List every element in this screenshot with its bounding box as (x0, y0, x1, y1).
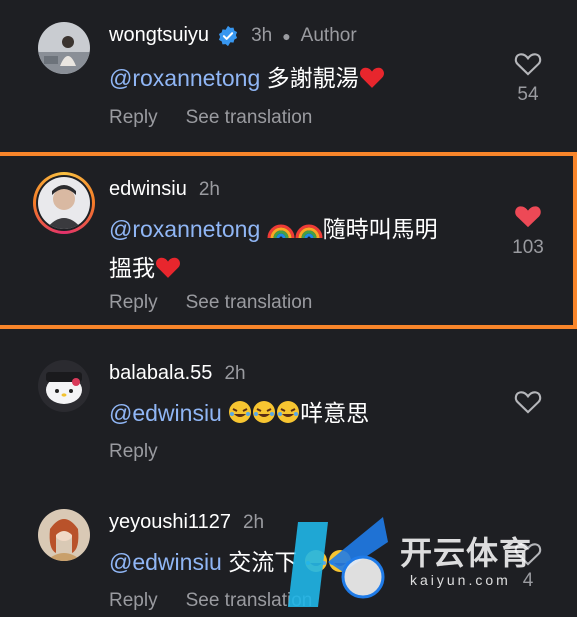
comment-text: @roxannetong 多謝靚湯 (109, 60, 489, 99)
comment-actions: Reply See translation (109, 292, 312, 314)
heart-filled-icon (515, 206, 541, 228)
reply-button[interactable]: Reply (109, 107, 158, 129)
red-heart-emoji-icon (359, 63, 385, 99)
rofl-emoji-icon (328, 547, 352, 583)
comment-body-text: 咩意思 (300, 400, 370, 426)
reply-button[interactable]: Reply (109, 590, 158, 612)
comment-body-text-line2: 搵我 (109, 255, 155, 281)
username[interactable]: wongtsuiyu (109, 24, 209, 47)
reply-button[interactable]: Reply (109, 292, 158, 314)
timestamp: 2h (242, 511, 265, 533)
timestamp: 2h (198, 178, 220, 200)
timestamp: 3h (251, 24, 273, 46)
see-translation-button[interactable]: See translation (186, 590, 313, 612)
comment-header: wongtsuiyu 3h ● Author (109, 24, 357, 47)
comment-header: yeyoushi1127 2h (109, 511, 264, 534)
comment-body-text: 多謝靚湯 (260, 65, 359, 91)
reply-button[interactable]: Reply (109, 441, 158, 463)
author-badge: Author (300, 24, 357, 46)
avatar-image (38, 177, 90, 229)
rofl-emoji-icon (304, 547, 328, 583)
avatar-image (38, 509, 90, 561)
rainbow-emoji-icon (267, 214, 295, 250)
avatar-image (38, 22, 90, 74)
heart-outline-icon (514, 391, 542, 414)
rofl-emoji-icon (228, 398, 252, 434)
comment-header: edwinsiu 2h (109, 178, 220, 201)
like-button[interactable] (503, 388, 553, 414)
heart-outline-icon (514, 53, 542, 76)
verified-badge-icon (217, 25, 239, 47)
comment-header: balabala.55 2h (109, 362, 246, 385)
comment-body-text: 隨時叫馬明 (322, 216, 438, 242)
red-heart-emoji-icon (155, 253, 181, 289)
like-button[interactable]: 54 (503, 50, 553, 106)
username[interactable]: yeyoushi1127 (109, 511, 231, 534)
watermark-subtitle: kaiyun.com (410, 572, 511, 588)
separator-dot: ● (282, 27, 291, 44)
avatar-image (38, 360, 90, 412)
watermark-title: 开云体育 (400, 535, 533, 571)
mention-link[interactable]: @edwinsiu (109, 549, 222, 575)
like-count: 54 (517, 84, 539, 105)
mention-link[interactable]: @edwinsiu (109, 400, 222, 426)
username[interactable]: edwinsiu (109, 178, 187, 201)
rofl-emoji-icon (276, 398, 300, 434)
timestamp: 2h (224, 362, 246, 384)
comment-actions: Reply (109, 441, 186, 463)
comment-actions: Reply See translation (109, 590, 312, 612)
avatar[interactable] (38, 360, 90, 412)
username[interactable]: balabala.55 (109, 362, 212, 385)
comment-actions: Reply See translation (109, 107, 312, 129)
mention-link[interactable]: @roxannetong (109, 65, 260, 91)
like-count: 103 (512, 237, 544, 258)
like-button[interactable]: 103 (503, 202, 553, 259)
avatar[interactable] (38, 177, 90, 229)
avatar[interactable] (38, 509, 90, 561)
comment-body-text: 交流下 (221, 549, 298, 575)
see-translation-button[interactable]: See translation (186, 107, 313, 129)
avatar[interactable] (38, 22, 90, 74)
comment-text: @edwinsiu 咩意思 (109, 395, 489, 434)
rofl-emoji-icon (252, 398, 276, 434)
mention-link[interactable]: @roxannetong (109, 216, 260, 242)
comment-text: @roxannetong 隨時叫馬明 搵我 (109, 211, 489, 289)
rainbow-emoji-icon (295, 214, 323, 250)
see-translation-button[interactable]: See translation (186, 292, 313, 314)
